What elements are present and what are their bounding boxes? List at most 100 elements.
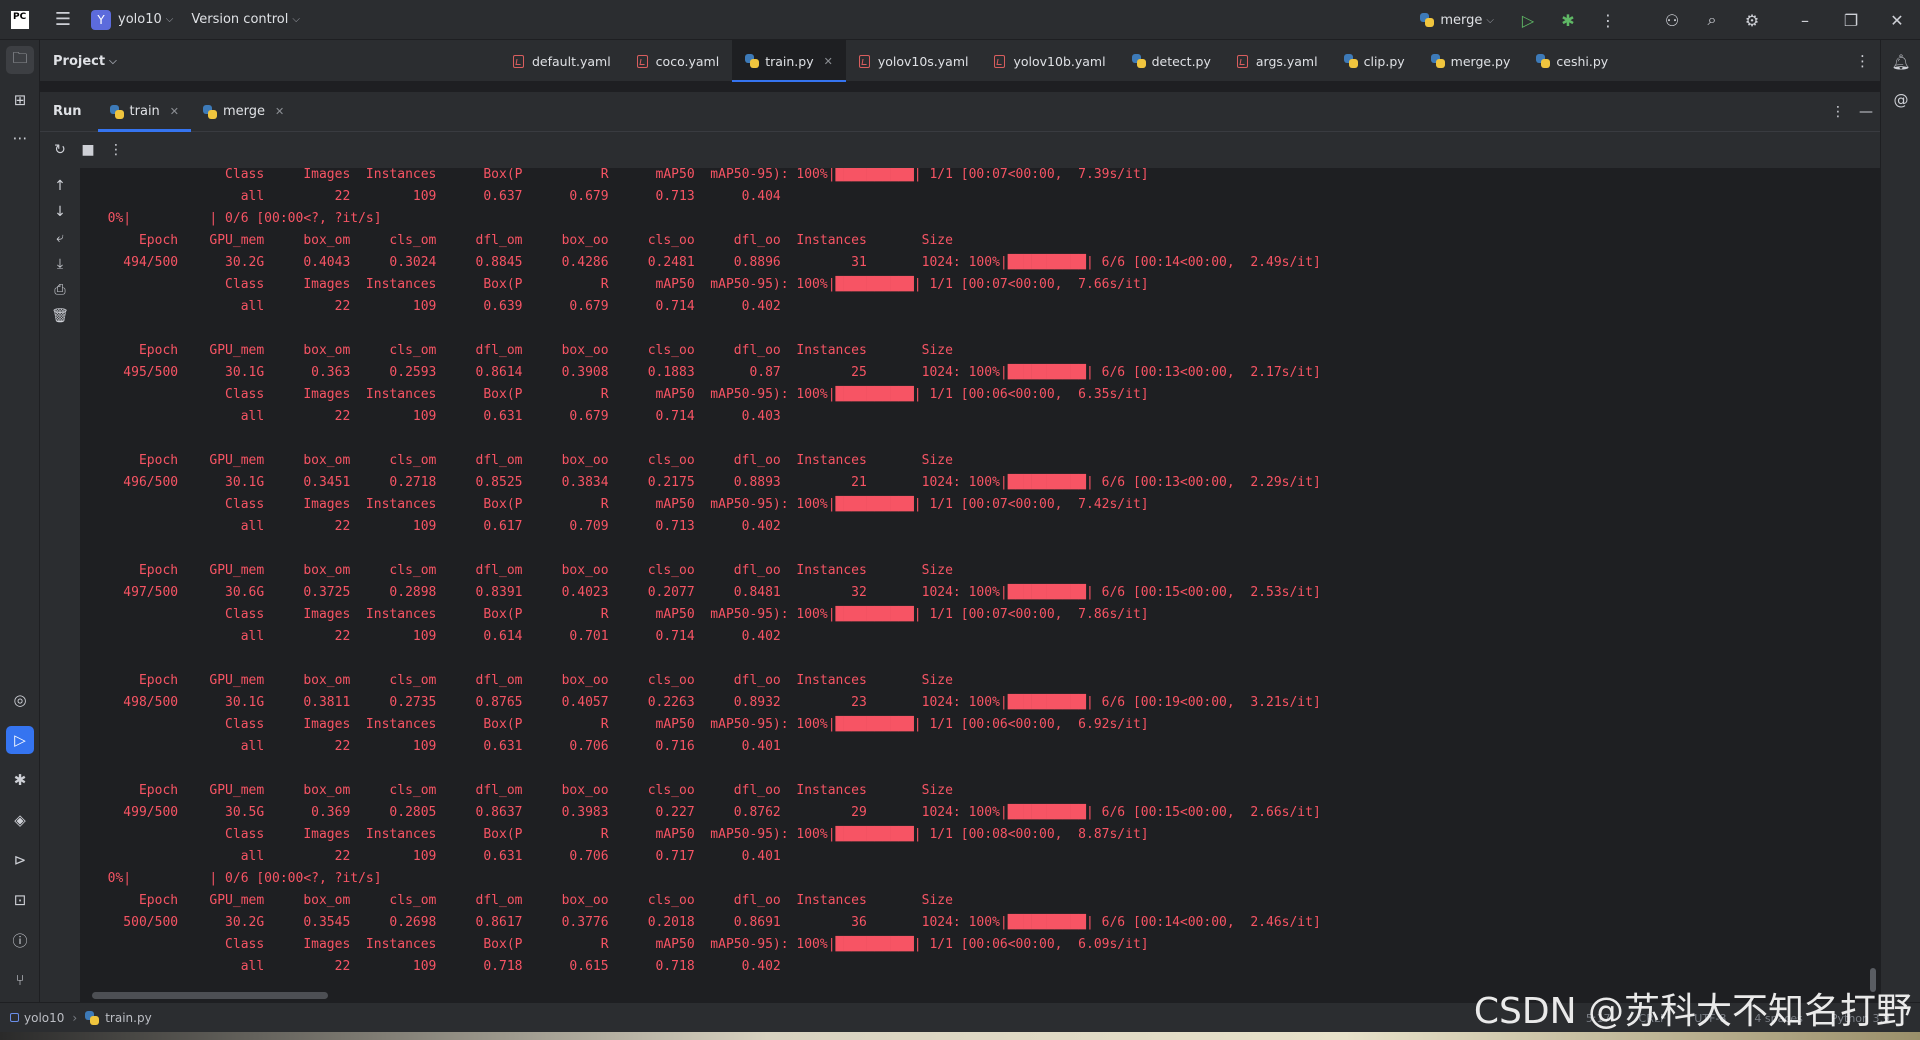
run-panel-title: Run (53, 104, 82, 119)
project-label: Project (53, 53, 106, 69)
left-tool-strip: 🗀 ⊞ ⋯ ◎ ▷ ✱ ◈ ⊳ ⊡ ⓘ ⑂ (0, 40, 40, 1002)
breadcrumb-project[interactable]: yolo10 (24, 1011, 64, 1025)
editor-tab-label: coco.yaml (655, 53, 720, 69)
editor-tab-label: train.py (765, 53, 814, 69)
run-config-selector[interactable]: merge ⌵ (1420, 13, 1494, 28)
yaml-file-icon (636, 54, 648, 68)
editor-tab-label: merge.py (1450, 53, 1511, 69)
chevron-down-icon[interactable]: ⌵ (292, 14, 300, 25)
run-tool-icon[interactable]: ▷ (6, 726, 34, 754)
chevron-down-icon: ⌵ (1486, 14, 1494, 26)
more-horizontal-icon[interactable]: ⋯ (6, 124, 34, 152)
bug-icon[interactable]: ✱ (1548, 0, 1588, 40)
editor-tab-default-yaml[interactable]: default.yaml (500, 40, 624, 82)
yaml-file-icon (994, 54, 1006, 68)
editor-tab-label: clip.py (1363, 53, 1405, 69)
more-vertical-icon[interactable]: ⋮ (1588, 0, 1628, 40)
yaml-file-icon (513, 54, 524, 68)
play-icon[interactable]: ▷ (1508, 0, 1548, 40)
run-tab-label: train (129, 104, 160, 119)
trash-icon[interactable]: 🗑︎ (40, 308, 80, 324)
console-output[interactable]: Class Images Instances Box(P R mAP50 mAP… (80, 168, 1880, 1002)
add-user-icon[interactable]: ⚇ (1652, 0, 1692, 40)
python-file-icon (745, 54, 760, 68)
soft-wrap-icon[interactable]: ⤶ (40, 230, 80, 246)
editor-tab-clip-py[interactable]: clip.py (1331, 40, 1418, 82)
python-icon (109, 104, 124, 119)
editor-tab-yolov10s-yaml[interactable]: yolov10s.yaml (846, 40, 982, 82)
bell-icon[interactable]: 🔔︎ (1887, 48, 1915, 76)
yaml-file-icon (858, 54, 870, 68)
editor-tab-label: args.yaml (1255, 53, 1318, 69)
run-tab-train[interactable]: train ✕ (97, 92, 192, 132)
console-gutter: ↑ ↓ ⤶ ⤓ ⎙ 🗑︎ (40, 168, 80, 1002)
project-badge[interactable]: Y (91, 9, 111, 30)
desktop-strip (0, 1032, 1920, 1040)
more-vertical-icon[interactable]: ⋮ (1855, 52, 1870, 70)
project-tool-button[interactable]: Project ⌵ (53, 40, 117, 82)
hamburger-icon[interactable]: ☰ (43, 9, 83, 30)
more-vertical-icon[interactable]: ⋮ (102, 142, 130, 158)
run-tab-merge[interactable]: merge ✕ (191, 92, 296, 132)
project-name[interactable]: yolo10 (118, 12, 162, 27)
close-icon[interactable]: ✕ (170, 105, 179, 118)
minimize-icon[interactable]: – (1782, 0, 1828, 40)
editor-tab-label: yolov10b.yaml (1013, 53, 1106, 69)
ai-assistant-icon[interactable]: @ (1887, 86, 1915, 114)
editor-tab-merge-py[interactable]: merge.py (1418, 40, 1524, 82)
restore-icon[interactable]: ❐ (1828, 0, 1874, 40)
arrow-up-icon[interactable]: ↑ (40, 178, 80, 194)
editor-tabs: default.yaml coco.yaml train.py ✕ yolov10s.y… (500, 40, 1621, 82)
editor-tab-ceshi-py[interactable]: ceshi.py (1523, 40, 1621, 82)
print-icon[interactable]: ⎙ (40, 282, 80, 298)
folder-icon[interactable]: 🗀 (6, 46, 34, 74)
arrow-down-icon[interactable]: ↓ (40, 204, 80, 220)
breadcrumb-file[interactable]: train.py (105, 1011, 151, 1025)
chevron-down-icon[interactable]: ⌵ (166, 14, 174, 25)
services-icon[interactable]: ⊳ (6, 846, 34, 874)
python-icon (203, 104, 218, 119)
horizontal-scrollbar[interactable] (92, 992, 328, 999)
debug-tool-icon[interactable]: ✱ (6, 766, 34, 794)
yaml-file-icon (1236, 54, 1248, 68)
stop-icon[interactable]: ■ (74, 142, 102, 158)
python-icon (1420, 13, 1435, 27)
close-icon[interactable]: ✕ (824, 55, 833, 68)
run-panel-header: Run train ✕ merge ✕ ⋮ — (40, 92, 1880, 132)
more-vertical-icon[interactable]: ⋮ (1824, 104, 1852, 120)
version-control-menu[interactable]: Version control (191, 12, 288, 27)
minimize-panel-icon[interactable]: — (1852, 104, 1880, 120)
python-file-icon (1131, 54, 1146, 68)
gear-icon[interactable]: ⚙ (1732, 0, 1772, 40)
rerun-icon[interactable]: ↻ (46, 142, 74, 158)
terminal-icon[interactable]: ⊡ (6, 886, 34, 914)
scroll-to-end-icon[interactable]: ⤓ (40, 256, 80, 272)
editor-tab-train-py[interactable]: train.py ✕ (732, 40, 846, 82)
breadcrumb[interactable]: yolo10 › train.py (10, 1010, 152, 1025)
module-icon (10, 1013, 19, 1022)
search-icon[interactable]: ⌕ (1692, 0, 1732, 40)
pycharm-logo-icon: PC (11, 10, 29, 29)
close-icon[interactable]: ✕ (1874, 0, 1920, 40)
editor-tab-label: yolov10s.yaml (877, 53, 969, 69)
right-tool-strip: 🔔︎ @ (1880, 40, 1920, 1002)
editor-tab-bar: Project ⌵ default.yaml coco.yaml train.py ✕ y… (40, 40, 1880, 82)
editor-tab-yolov10b-yaml[interactable]: yolov10b.yaml (981, 40, 1118, 82)
git-icon[interactable]: ⑂ (6, 966, 34, 994)
watermark: CSDN @苏科大不知名打野 (1473, 991, 1912, 1032)
problems-icon[interactable]: ⓘ (6, 926, 34, 954)
run-config-name: merge (1440, 12, 1483, 28)
run-toolbar: ↻ ■ ⋮ (40, 132, 1880, 168)
editor-tab-detect-py[interactable]: detect.py (1119, 40, 1224, 82)
console-text: Class Images Instances Box(P R mAP50 mAP… (107, 168, 1321, 974)
structure-icon[interactable]: ⊞ (6, 86, 34, 114)
python-file-icon (1536, 54, 1551, 68)
editor-tab-label: ceshi.py (1556, 53, 1609, 69)
python-console-icon[interactable]: ◎ (6, 686, 34, 714)
close-icon[interactable]: ✕ (275, 105, 284, 118)
python-icon (85, 1010, 100, 1025)
run-tab-label: merge (223, 104, 266, 119)
editor-tab-coco-yaml[interactable]: coco.yaml (624, 40, 733, 82)
editor-tab-args-yaml[interactable]: args.yaml (1224, 40, 1331, 82)
layers-icon[interactable]: ◈ (6, 806, 34, 834)
